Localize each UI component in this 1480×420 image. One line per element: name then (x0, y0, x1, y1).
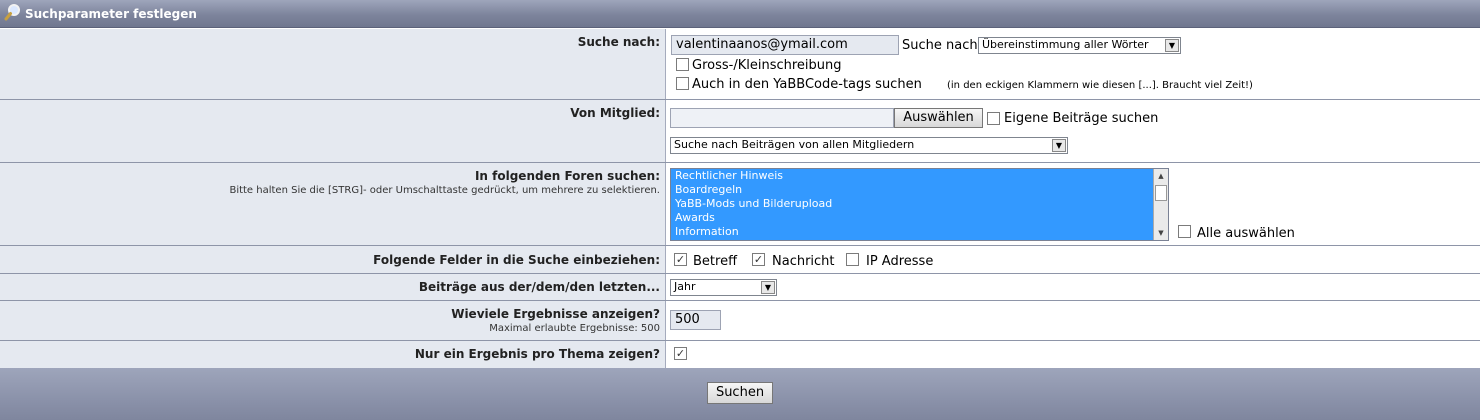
search-for-label: Suche nach: (577, 35, 660, 49)
forum-option[interactable]: Information (671, 225, 1168, 239)
listbox-scrollbar[interactable]: ▲ ▼ (1153, 169, 1168, 240)
row-search-for: Suche nach: valentinaanos@ymail.com Such… (0, 29, 1480, 100)
row-forums: In folgenden Foren suchen: Bitte halten … (0, 163, 1480, 246)
results-hint: Maximal erlaubte Ergebnisse: 500 (489, 323, 660, 334)
row-one-per-topic: Nur ein Ergebnis pro Thema zeigen? ✓ (0, 341, 1480, 368)
chevron-down-icon[interactable]: ▼ (1155, 227, 1167, 239)
forum-option[interactable]: YaBB-Mods und Bilderupload (671, 197, 1168, 211)
value-cell: Jahr ▼ (666, 274, 1480, 300)
timeframe-select[interactable]: Jahr ▼ (670, 279, 777, 296)
row-fields: Folgende Felder in die Suche einbeziehen… (0, 246, 1480, 274)
label-cell: Beiträge aus der/dem/den letzten... (0, 274, 666, 300)
member-input[interactable] (670, 108, 894, 128)
one-per-topic-checkbox[interactable]: ✓ (674, 347, 687, 360)
scrollbar-thumb[interactable] (1155, 185, 1167, 201)
member-scope-value: Suche nach Beiträgen von allen Mitgliede… (674, 138, 915, 151)
value-cell: Rechtlicher Hinweis Boardregeln YaBB-Mod… (666, 163, 1480, 245)
value-cell: valentinaanos@ymail.com Suche nach Übere… (666, 29, 1480, 99)
chevron-up-icon[interactable]: ▲ (1155, 170, 1167, 182)
value-cell: ✓ Betreff ✓ Nachricht IP Adresse (666, 246, 1480, 273)
chevron-down-icon[interactable]: ▼ (761, 281, 775, 294)
search-input[interactable]: valentinaanos@ymail.com (671, 35, 899, 55)
label-cell: Suche nach: (0, 29, 666, 99)
member-label: Von Mitglied: (570, 106, 660, 120)
row-results: Wieviele Ergebnisse anzeigen? Maximal er… (0, 301, 1480, 341)
yabbcode-checkbox[interactable] (676, 77, 689, 90)
select-all-checkbox[interactable] (1178, 225, 1191, 238)
results-count-input[interactable]: 500 (670, 310, 721, 330)
forums-hint: Bitte halten Sie die [STRG]- oder Umscha… (229, 185, 660, 196)
magnifier-icon (4, 3, 20, 20)
case-sensitive-checkbox[interactable] (676, 58, 689, 71)
select-member-button[interactable]: Auswählen (894, 108, 983, 128)
forum-listbox[interactable]: Rechtlicher Hinweis Boardregeln YaBB-Mod… (670, 168, 1169, 241)
results-label: Wieviele Ergebnisse anzeigen? (451, 307, 660, 321)
value-cell: Auswählen Eigene Beiträge suchen Suche n… (666, 100, 1480, 162)
value-cell: 500 (666, 301, 1480, 340)
forums-label: In folgenden Foren suchen: (474, 169, 660, 183)
ip-address-label: IP Adresse (866, 254, 934, 269)
own-posts-checkbox[interactable] (987, 112, 1000, 125)
fields-label: Folgende Felder in die Suche einbeziehen… (373, 253, 660, 267)
ip-address-checkbox[interactable] (846, 253, 859, 266)
match-mode-value: Übereinstimmung aller Wörter (982, 38, 1149, 51)
message-checkbox[interactable]: ✓ (752, 253, 765, 266)
mode-label: Suche nach (902, 38, 978, 53)
label-cell: Von Mitglied: (0, 100, 666, 162)
yabbcode-label: Auch in den YaBBCode-tags suchen (692, 77, 922, 92)
chevron-down-icon[interactable]: ▼ (1052, 139, 1066, 152)
forum-option[interactable]: Boardregeln (671, 183, 1168, 197)
row-member: Von Mitglied: Auswählen Eigene Beiträge … (0, 100, 1480, 163)
subject-label: Betreff (693, 254, 738, 269)
row-timeframe: Beiträge aus der/dem/den letzten... Jahr… (0, 274, 1480, 301)
timeframe-value: Jahr (674, 280, 696, 293)
member-scope-select[interactable]: Suche nach Beiträgen von allen Mitgliede… (670, 137, 1068, 154)
value-cell: ✓ (666, 341, 1480, 368)
forum-option[interactable]: Rechtlicher Hinweis (671, 169, 1168, 183)
form-footer: Suchen (0, 368, 1480, 420)
forum-option[interactable]: Awards (671, 211, 1168, 225)
own-posts-label: Eigene Beiträge suchen (1004, 111, 1159, 126)
yabbcode-note: (in den eckigen Klammern wie diesen [...… (947, 80, 1253, 91)
one-per-topic-label: Nur ein Ergebnis pro Thema zeigen? (414, 347, 660, 361)
match-mode-select[interactable]: Übereinstimmung aller Wörter ▼ (978, 37, 1181, 54)
label-cell: Wieviele Ergebnisse anzeigen? Maximal er… (0, 301, 666, 340)
label-cell: Nur ein Ergebnis pro Thema zeigen? (0, 341, 666, 368)
case-sensitive-label: Gross-/Kleinschreibung (692, 58, 842, 73)
subject-checkbox[interactable]: ✓ (674, 253, 687, 266)
search-submit-button[interactable]: Suchen (707, 382, 773, 404)
section-title: Suchparameter festlegen (25, 6, 197, 21)
label-cell: In folgenden Foren suchen: Bitte halten … (0, 163, 666, 245)
label-cell: Folgende Felder in die Suche einbeziehen… (0, 246, 666, 273)
chevron-down-icon[interactable]: ▼ (1165, 39, 1179, 52)
timeframe-label: Beiträge aus der/dem/den letzten... (418, 280, 660, 294)
select-all-label: Alle auswählen (1197, 226, 1295, 241)
message-label: Nachricht (772, 254, 835, 269)
section-header: Suchparameter festlegen (0, 0, 1480, 28)
